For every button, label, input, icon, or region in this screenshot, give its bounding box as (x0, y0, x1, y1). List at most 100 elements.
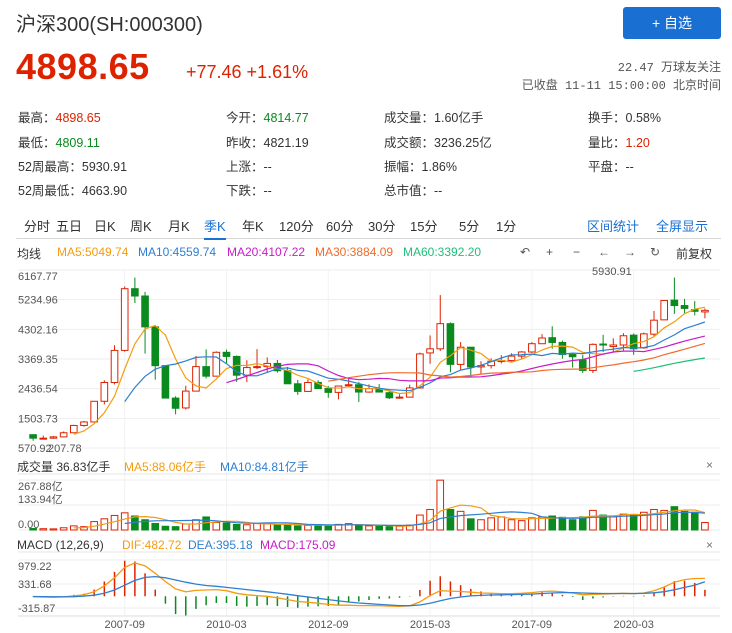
macd-dea: DEA:395.18 (188, 538, 253, 552)
tab-five-day[interactable]: 五日 (56, 216, 82, 235)
volume-bar (283, 524, 292, 531)
zoom-out-icon[interactable]: − (573, 245, 580, 259)
tab-15min[interactable]: 15分 (410, 216, 437, 235)
volume-bar (212, 522, 221, 531)
volume-tick-label: 267.88亿 (18, 480, 63, 493)
stat-turnover-label: 换手： (588, 111, 626, 125)
volume-panel: 267.88亿133.94亿0.00 (18, 473, 720, 531)
volume-bar (487, 517, 495, 531)
tab-intraday[interactable]: 分时 (24, 216, 50, 235)
stat-amount-label: 成交额： (384, 136, 435, 150)
back-icon[interactable]: ↶ (520, 245, 530, 259)
zoom-in-icon[interactable]: + (546, 245, 553, 259)
candle-body (161, 365, 170, 399)
close-macd-icon[interactable]: × (706, 538, 713, 552)
stat-turnover-value: 0.58% (625, 111, 661, 125)
volume-bar (436, 479, 445, 531)
tab-30min[interactable]: 30分 (368, 216, 395, 235)
volume-bar (29, 528, 37, 531)
macd-tick-label: 331.68 (18, 579, 52, 591)
candle-body (395, 396, 404, 399)
candle-body (446, 323, 455, 365)
candle-body (548, 337, 557, 343)
volume-bar (558, 516, 567, 531)
tab-120min[interactable]: 120分 (279, 216, 314, 235)
volume-tick-label: 133.94亿 (18, 493, 63, 506)
candle-body (100, 382, 109, 402)
stat-market-cap-label: 总市值： (384, 184, 435, 198)
volume-bar (609, 516, 618, 531)
tab-yearly-k[interactable]: 年K (242, 216, 264, 235)
stat-volume-ratio: 量比：1.20 (588, 132, 650, 151)
fullscreen-link[interactable]: 全屏显示 (656, 216, 708, 235)
stat-52w-low: 52周最低：4663.90 (18, 180, 127, 199)
volume-bar (690, 511, 699, 531)
y-tick-label: 3369.35 (18, 354, 58, 366)
stat-open: 今开：4814.77 (226, 107, 309, 126)
stat-volume-ratio-value: 1.20 (625, 136, 650, 150)
candle-body (141, 295, 149, 328)
stat-up-value: -- (263, 160, 272, 174)
add-to-watchlist-button[interactable]: + 自选 (623, 7, 721, 39)
y-tick-label: 5234.96 (18, 295, 58, 307)
candle-body (90, 400, 98, 423)
close-volume-icon[interactable]: × (706, 458, 713, 472)
current-price: 4898.65 (16, 46, 150, 87)
volume-bar (629, 514, 638, 531)
stat-turnover: 换手：0.58% (588, 107, 661, 126)
candle-body (192, 366, 200, 392)
stat-market-cap: 总市值：-- (384, 180, 442, 199)
stat-down-label: 下跌： (226, 184, 264, 198)
scroll-right-icon[interactable]: → (624, 245, 636, 259)
period-tabs: 分时 五日 日K 周K 月K 季K 年K 120分 60分 30分 15分 5分… (16, 212, 721, 240)
candle-body (202, 366, 210, 377)
candle-body (660, 299, 669, 321)
stat-prev-close-value: 4821.19 (263, 136, 309, 150)
macd-tick-label: -315.87 (18, 603, 55, 615)
volume-bar (161, 525, 170, 531)
interval-stats-link[interactable]: 区间统计 (587, 216, 639, 235)
macd-panel: 979.22 331.68 -315.87 (18, 551, 720, 616)
candle-body (528, 343, 536, 353)
volume-ma10: MA10:84.81亿手 (220, 460, 309, 474)
ma30-line (328, 342, 706, 382)
kline-y-ticks: 6167.77 5234.96 4302.16 3369.35 2436.54 1503.… (18, 271, 58, 455)
volume-bar (517, 520, 526, 531)
volume-bar (446, 508, 455, 531)
ma20-legend: MA20:4107.22 (227, 245, 306, 259)
candle-body (426, 348, 434, 354)
candle-body (212, 351, 221, 377)
tab-daily-k[interactable]: 日K (94, 216, 116, 235)
ma5-legend: MA5:5049.74 (57, 245, 129, 259)
candle-body (151, 326, 160, 367)
volume-bar (181, 523, 190, 531)
tab-1min[interactable]: 1分 (496, 216, 516, 235)
volume-bar (39, 528, 48, 531)
stat-flat-label: 平盘： (588, 160, 626, 174)
candle-body (629, 334, 638, 350)
scroll-left-icon[interactable]: ← (598, 245, 610, 259)
volume-bar (456, 510, 465, 531)
adjust-icon[interactable]: ↻ (650, 245, 660, 259)
tab-5min[interactable]: 5分 (459, 216, 479, 235)
stat-volume: 成交量：1.60亿手 (384, 107, 483, 126)
stat-52w-high: 52周最高：5930.91 (18, 156, 127, 175)
volume-bar (232, 523, 241, 531)
page-title: 沪深300(SH:000300) (16, 14, 203, 36)
candle-body (507, 355, 516, 362)
candle-body (701, 309, 709, 313)
candle-body (243, 367, 251, 376)
volume-bar (701, 522, 709, 531)
followers-count: 22.47 万球友关注 (617, 61, 721, 75)
kline-chart[interactable]: 6167.77 5234.96 4302.16 3369.35 2436.54 1503.… (0, 258, 732, 633)
tab-60min[interactable]: 60分 (326, 216, 353, 235)
stat-volume-ratio-label: 量比： (588, 136, 626, 150)
candle-body (59, 432, 68, 438)
candle-body (599, 343, 607, 346)
tab-quarterly-k[interactable]: 季K (204, 216, 226, 240)
x-tick-label: 2015-03 (410, 619, 450, 631)
stat-high-label: 最高： (18, 111, 56, 125)
tab-weekly-k[interactable]: 周K (130, 216, 152, 235)
tab-monthly-k[interactable]: 月K (168, 216, 190, 235)
volume-bar (253, 522, 261, 531)
